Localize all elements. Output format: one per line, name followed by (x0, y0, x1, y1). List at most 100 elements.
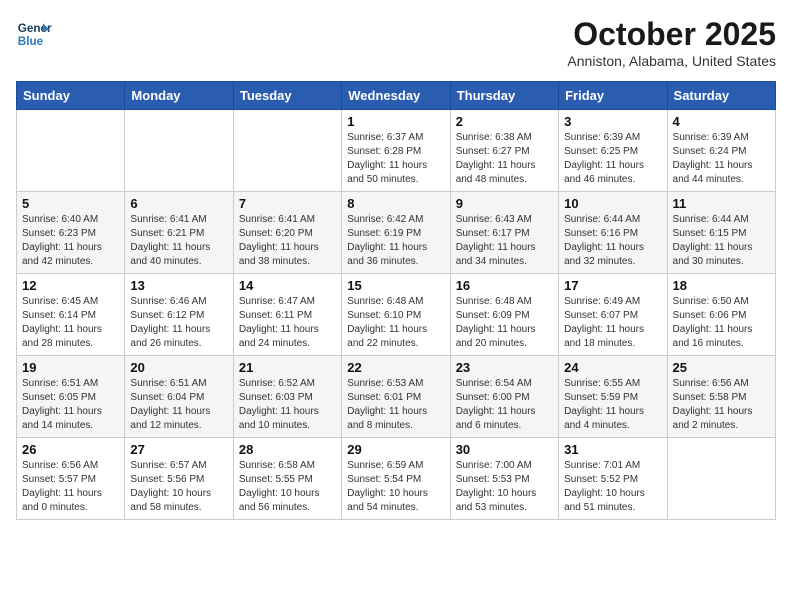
day-info: Sunrise: 6:44 AM Sunset: 6:16 PM Dayligh… (564, 213, 661, 269)
day-number: 17 (564, 278, 661, 293)
calendar: SundayMondayTuesdayWednesdayThursdayFrid… (16, 81, 776, 520)
day-info: Sunrise: 6:39 AM Sunset: 6:24 PM Dayligh… (673, 131, 770, 187)
weekday-header-sunday: Sunday (17, 82, 125, 110)
weekday-header-friday: Friday (559, 82, 667, 110)
calendar-cell: 10Sunrise: 6:44 AM Sunset: 6:16 PM Dayli… (559, 192, 667, 274)
calendar-cell: 7 Sunrise: 6:41 AM Sunset: 6:20 PM Daylig… (233, 192, 341, 274)
day-number: 6 (130, 196, 227, 211)
day-info: Sunrise: 6:49 AM Sunset: 6:07 PM Dayligh… (564, 295, 661, 351)
weekday-header-thursday: Thursday (450, 82, 558, 110)
calendar-cell: 2Sunrise: 6:38 AM Sunset: 6:27 PM Daylig… (450, 110, 558, 192)
month-title: October 2025 (567, 16, 776, 53)
day-info: Sunrise: 6:51 AM Sunset: 6:04 PM Dayligh… (130, 377, 227, 433)
day-number: 20 (130, 360, 227, 375)
day-info: Sunrise: 6:48 AM Sunset: 6:09 PM Dayligh… (456, 295, 553, 351)
calendar-cell: 8 Sunrise: 6:42 AM Sunset: 6:19 PM Daylig… (342, 192, 450, 274)
title-block: October 2025 Anniston, Alabama, United S… (567, 16, 776, 69)
day-number: 12 (22, 278, 119, 293)
day-info: Sunrise: 6:56 AM Sunset: 5:58 PM Dayligh… (673, 377, 770, 433)
calendar-cell: 30Sunrise: 7:00 AM Sunset: 5:53 PM Dayli… (450, 438, 558, 520)
day-number: 22 (347, 360, 444, 375)
day-number: 25 (673, 360, 770, 375)
day-number: 27 (130, 442, 227, 457)
day-info: Sunrise: 6:42 AM Sunset: 6:19 PM Dayligh… (347, 213, 444, 269)
day-info: Sunrise: 6:50 AM Sunset: 6:06 PM Dayligh… (673, 295, 770, 351)
day-info: Sunrise: 6:47 AM Sunset: 6:11 PM Dayligh… (239, 295, 336, 351)
calendar-cell: 26 Sunrise: 6:56 AM Sunset: 5:57 PM Dayli… (17, 438, 125, 520)
day-info: Sunrise: 6:45 AM Sunset: 6:14 PM Dayligh… (22, 295, 119, 351)
day-info: Sunrise: 6:51 AM Sunset: 6:05 PM Dayligh… (22, 377, 119, 433)
day-number: 18 (673, 278, 770, 293)
calendar-cell: 19Sunrise: 6:51 AM Sunset: 6:05 PM Dayli… (17, 356, 125, 438)
calendar-cell: 31Sunrise: 7:01 AM Sunset: 5:52 PM Dayli… (559, 438, 667, 520)
week-row-3: 12 Sunrise: 6:45 AM Sunset: 6:14 PM Dayli… (17, 274, 776, 356)
day-info: Sunrise: 6:55 AM Sunset: 5:59 PM Dayligh… (564, 377, 661, 433)
day-number: 5 (22, 196, 119, 211)
week-row-5: 26 Sunrise: 6:56 AM Sunset: 5:57 PM Dayli… (17, 438, 776, 520)
calendar-cell: 11 Sunrise: 6:44 AM Sunset: 6:15 PM Dayli… (667, 192, 775, 274)
calendar-cell: 4Sunrise: 6:39 AM Sunset: 6:24 PM Daylig… (667, 110, 775, 192)
day-info: Sunrise: 6:59 AM Sunset: 5:54 PM Dayligh… (347, 459, 444, 515)
calendar-cell: 16 Sunrise: 6:48 AM Sunset: 6:09 PM Dayli… (450, 274, 558, 356)
calendar-cell: 29 Sunrise: 6:59 AM Sunset: 5:54 PM Dayli… (342, 438, 450, 520)
day-info: Sunrise: 6:44 AM Sunset: 6:15 PM Dayligh… (673, 213, 770, 269)
day-number: 9 (456, 196, 553, 211)
day-info: Sunrise: 6:43 AM Sunset: 6:17 PM Dayligh… (456, 213, 553, 269)
day-info: Sunrise: 6:58 AM Sunset: 5:55 PM Dayligh… (239, 459, 336, 515)
weekday-header-row: SundayMondayTuesdayWednesdayThursdayFrid… (17, 82, 776, 110)
day-number: 11 (673, 196, 770, 211)
calendar-cell: 22 Sunrise: 6:53 AM Sunset: 6:01 PM Dayli… (342, 356, 450, 438)
day-info: Sunrise: 6:38 AM Sunset: 6:27 PM Dayligh… (456, 131, 553, 187)
day-number: 1 (347, 114, 444, 129)
day-number: 29 (347, 442, 444, 457)
calendar-cell: 24Sunrise: 6:55 AM Sunset: 5:59 PM Dayli… (559, 356, 667, 438)
day-number: 28 (239, 442, 336, 457)
day-info: Sunrise: 6:53 AM Sunset: 6:01 PM Dayligh… (347, 377, 444, 433)
calendar-cell: 13 Sunrise: 6:46 AM Sunset: 6:12 PM Dayli… (125, 274, 233, 356)
calendar-cell: 9 Sunrise: 6:43 AM Sunset: 6:17 PM Daylig… (450, 192, 558, 274)
weekday-header-tuesday: Tuesday (233, 82, 341, 110)
calendar-cell: 15Sunrise: 6:48 AM Sunset: 6:10 PM Dayli… (342, 274, 450, 356)
week-row-4: 19Sunrise: 6:51 AM Sunset: 6:05 PM Dayli… (17, 356, 776, 438)
calendar-cell: 1 Sunrise: 6:37 AM Sunset: 6:28 PM Daylig… (342, 110, 450, 192)
day-info: Sunrise: 6:41 AM Sunset: 6:21 PM Dayligh… (130, 213, 227, 269)
logo-icon: General Blue (16, 16, 52, 52)
week-row-1: 1 Sunrise: 6:37 AM Sunset: 6:28 PM Daylig… (17, 110, 776, 192)
weekday-header-wednesday: Wednesday (342, 82, 450, 110)
day-number: 21 (239, 360, 336, 375)
day-number: 3 (564, 114, 661, 129)
day-number: 23 (456, 360, 553, 375)
calendar-cell (667, 438, 775, 520)
day-info: Sunrise: 6:52 AM Sunset: 6:03 PM Dayligh… (239, 377, 336, 433)
day-info: Sunrise: 6:54 AM Sunset: 6:00 PM Dayligh… (456, 377, 553, 433)
day-info: Sunrise: 6:40 AM Sunset: 6:23 PM Dayligh… (22, 213, 119, 269)
weekday-header-monday: Monday (125, 82, 233, 110)
day-number: 8 (347, 196, 444, 211)
day-number: 13 (130, 278, 227, 293)
day-number: 26 (22, 442, 119, 457)
calendar-cell: 20 Sunrise: 6:51 AM Sunset: 6:04 PM Dayli… (125, 356, 233, 438)
day-number: 7 (239, 196, 336, 211)
page-header: General Blue October 2025 Anniston, Alab… (16, 16, 776, 69)
day-info: Sunrise: 6:41 AM Sunset: 6:20 PM Dayligh… (239, 213, 336, 269)
day-info: Sunrise: 6:39 AM Sunset: 6:25 PM Dayligh… (564, 131, 661, 187)
day-number: 16 (456, 278, 553, 293)
day-info: Sunrise: 6:57 AM Sunset: 5:56 PM Dayligh… (130, 459, 227, 515)
calendar-cell: 27 Sunrise: 6:57 AM Sunset: 5:56 PM Dayli… (125, 438, 233, 520)
day-info: Sunrise: 6:37 AM Sunset: 6:28 PM Dayligh… (347, 131, 444, 187)
calendar-cell: 5 Sunrise: 6:40 AM Sunset: 6:23 PM Daylig… (17, 192, 125, 274)
calendar-cell: 17 Sunrise: 6:49 AM Sunset: 6:07 PM Dayli… (559, 274, 667, 356)
logo: General Blue (16, 16, 52, 52)
svg-text:Blue: Blue (18, 35, 44, 48)
calendar-cell: 21 Sunrise: 6:52 AM Sunset: 6:03 PM Dayli… (233, 356, 341, 438)
day-info: Sunrise: 6:48 AM Sunset: 6:10 PM Dayligh… (347, 295, 444, 351)
day-number: 30 (456, 442, 553, 457)
week-row-2: 5 Sunrise: 6:40 AM Sunset: 6:23 PM Daylig… (17, 192, 776, 274)
calendar-cell: 3 Sunrise: 6:39 AM Sunset: 6:25 PM Daylig… (559, 110, 667, 192)
calendar-cell: 18 Sunrise: 6:50 AM Sunset: 6:06 PM Dayli… (667, 274, 775, 356)
day-info: Sunrise: 7:01 AM Sunset: 5:52 PM Dayligh… (564, 459, 661, 515)
calendar-cell: 23 Sunrise: 6:54 AM Sunset: 6:00 PM Dayli… (450, 356, 558, 438)
day-info: Sunrise: 6:56 AM Sunset: 5:57 PM Dayligh… (22, 459, 119, 515)
day-info: Sunrise: 6:46 AM Sunset: 6:12 PM Dayligh… (130, 295, 227, 351)
day-number: 14 (239, 278, 336, 293)
